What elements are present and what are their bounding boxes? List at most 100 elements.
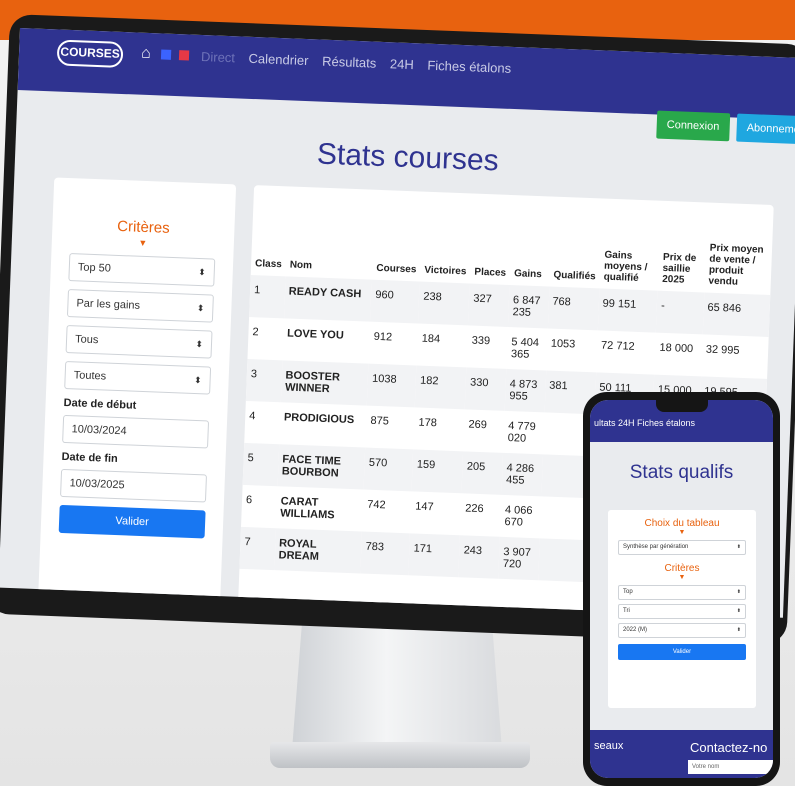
column-header-places[interactable]: Places (470, 194, 513, 285)
cell-courses: 570 (363, 447, 414, 492)
cell-gains: 4 286 455 (501, 452, 543, 497)
sort-select[interactable]: Par les gains ⬍ (66, 289, 214, 323)
cell-gains: 5 404 365 (510, 336, 540, 361)
cell-victoires: 159 (411, 449, 464, 494)
cell-places: 226 (465, 502, 484, 516)
cell-victoires: 171 (408, 533, 461, 578)
cell-gains: 4 873 955 (504, 368, 546, 413)
phone-screen: ultats 24H Fiches étalons Stats qualifs … (590, 400, 773, 778)
sort-select-value: Par les gains (76, 297, 141, 312)
footer-contact-heading: Contactez-no (690, 740, 768, 755)
end-date-input[interactable]: 10/03/2025 (60, 468, 207, 503)
column-header-victoires[interactable]: Victoires (420, 192, 473, 284)
select-caret-icon: ⬍ (196, 302, 205, 314)
column-header-qualifies[interactable]: Qualifiés (549, 197, 603, 289)
cell-places: 243 (458, 535, 500, 579)
filter-toutes-value: Toutes (73, 369, 107, 383)
select-caret-icon: ⬍ (736, 544, 741, 550)
cell-class: 1 (249, 275, 286, 319)
cell-victoires: 238 (418, 281, 470, 326)
cell-prix-saillie: - (656, 290, 705, 335)
cell-gains-moyens: 72 712 (600, 339, 635, 353)
cell-nom[interactable]: CARAT WILLIAMS (276, 486, 364, 531)
cell-places: 330 (465, 367, 507, 411)
cell-gains: 4 779 020 (507, 420, 536, 445)
nav-link-resultats[interactable]: Résultats (322, 54, 377, 71)
cell-gains: 4 066 670 (504, 503, 533, 529)
login-button[interactable]: Connexion (656, 110, 730, 142)
phone-table-choice-select[interactable]: Synthèse par génération ⬍ (618, 540, 746, 555)
start-date-input[interactable]: 10/03/2024 (62, 414, 210, 449)
column-header-prix-saillie[interactable]: Prix de saillie 2025 (658, 201, 708, 293)
home-icon[interactable]: ⌂ (141, 45, 151, 63)
submit-button[interactable]: Valider (58, 504, 206, 539)
cell-courses: 875 (370, 414, 390, 428)
phone-sort-select[interactable]: Tri ⬍ (618, 604, 746, 619)
phone-top-value: Top (623, 589, 633, 595)
cell-class: 7 (239, 526, 276, 571)
filter-tous-value: Tous (74, 333, 99, 347)
cell-nom[interactable]: BOOSTER WINNER (280, 360, 369, 406)
site-logo[interactable]: COURSES (56, 39, 124, 68)
nav-link-direct[interactable]: Direct (201, 49, 236, 65)
cell-gains-moyens: 99 151 (597, 288, 658, 333)
cell-gains: 3 907 720 (498, 536, 540, 581)
select-caret-icon: ⬍ (198, 267, 206, 278)
cell-victoires: 178 (418, 416, 438, 430)
nav-link-calendrier[interactable]: Calendrier (248, 51, 309, 68)
cell-places: 205 (461, 451, 504, 495)
phone-top-select[interactable]: Top ⬍ (618, 585, 746, 600)
column-header-prix-moyen-vente[interactable]: Prix moyen de vente / produit vendu (704, 203, 774, 295)
nav-link-fiches-etalons[interactable]: Fiches étalons (427, 58, 511, 76)
end-date-label: Date de fin (61, 450, 118, 466)
phone-table-choice-value: Synthèse par génération (623, 544, 689, 550)
cell-places: 339 (471, 334, 491, 348)
cell-nom[interactable]: FACE TIME BOURBON (277, 444, 366, 490)
cell-qualifies: 1053 (550, 337, 576, 351)
cell-qualifies: 768 (547, 286, 600, 331)
cell-courses: 742 (367, 498, 386, 512)
cell-nom[interactable]: LOVE YOU (282, 318, 370, 363)
filter-tous-select[interactable]: Tous ⬍ (65, 325, 213, 359)
cell-nom[interactable]: READY CASH (283, 276, 372, 322)
cell-places: 269 (468, 418, 488, 432)
cell-class: 3 (245, 358, 283, 403)
cell-courses: 912 (373, 330, 393, 344)
select-caret-icon: ⬍ (193, 374, 202, 386)
cell-class: 5 (242, 442, 279, 487)
phone-notch (656, 400, 708, 412)
select-caret-icon: ⬍ (195, 338, 204, 350)
nav-red-square-icon[interactable] (178, 50, 190, 61)
column-header-class[interactable]: Class (251, 185, 289, 276)
cell-class: 4 (249, 410, 256, 423)
nav-links: Direct Calendrier Résultats 24H Fiches é… (201, 49, 522, 76)
cell-prix-saillie: 18 000 (659, 341, 694, 356)
subscribe-button[interactable]: Abonnement (736, 113, 795, 145)
phone-submit-button[interactable]: Valider (618, 644, 746, 660)
column-header-courses[interactable]: Courses (372, 190, 423, 282)
criteria-panel: Critères ▼ Top 50 ⬍ Par les gains ⬍ Tous… (38, 177, 237, 605)
cell-courses: 1038 (367, 363, 417, 408)
column-header-nom[interactable]: Nom (285, 186, 375, 279)
cell-places: 327 (468, 283, 510, 327)
column-header-gains-moyens[interactable]: Gains moyens / qualifié (599, 198, 661, 290)
cell-nom[interactable]: ROYAL DREAM (274, 528, 363, 574)
select-caret-icon: ⬍ (736, 627, 741, 633)
nav-blue-square-icon[interactable] (160, 49, 172, 60)
contact-name-input[interactable]: Votre nom (688, 760, 773, 774)
phone-sort-value: Tri (623, 608, 630, 614)
cell-qualifies (537, 538, 590, 583)
cell-prix-moyen-vente: 32 995 (705, 343, 740, 357)
phone-footer: seaux Contactez-no Votre nom (590, 730, 773, 778)
cell-victoires: 182 (415, 365, 467, 410)
phone-table-choice-title: Choix du tableau (644, 518, 720, 529)
phone-generation-select[interactable]: 2022 (M) ⬍ (618, 623, 746, 638)
nav-link-24h[interactable]: 24H (390, 56, 414, 72)
footer-social-heading: seaux (594, 740, 624, 752)
cell-gains: 6 847 235 (507, 284, 550, 329)
phone-criteria-panel: Choix du tableau ▼ Synthèse par générati… (608, 510, 756, 708)
cell-nom[interactable]: PRODIGIOUS (279, 402, 367, 447)
filter-toutes-select[interactable]: Toutes ⬍ (64, 360, 212, 395)
column-header-gains[interactable]: Gains (510, 195, 553, 286)
top-select[interactable]: Top 50 ⬍ (68, 253, 216, 287)
